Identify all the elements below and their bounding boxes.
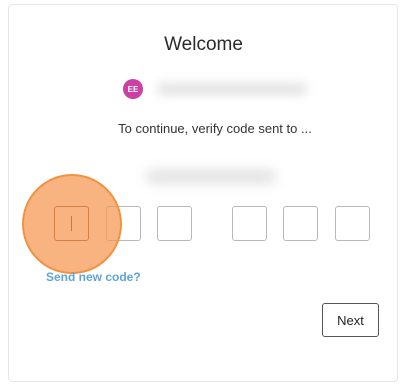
avatar: EE [123,79,143,99]
code-digit-3[interactable] [157,206,192,241]
next-button[interactable]: Next [322,303,379,337]
page-title: Welcome [164,34,243,55]
redacted-account-email [157,83,307,95]
code-digit-5[interactable] [283,206,318,241]
account-row: EE [123,79,307,99]
code-digit-6[interactable] [335,206,370,241]
tap-indicator [22,174,122,274]
redacted-destination [146,170,276,183]
verify-instruction: To continue, verify code sent to ... [118,121,312,136]
code-digit-4[interactable] [232,206,267,241]
page: Welcome EE To continue, verify code sent… [0,0,407,389]
send-new-code-link[interactable]: Send new code? [46,270,141,284]
